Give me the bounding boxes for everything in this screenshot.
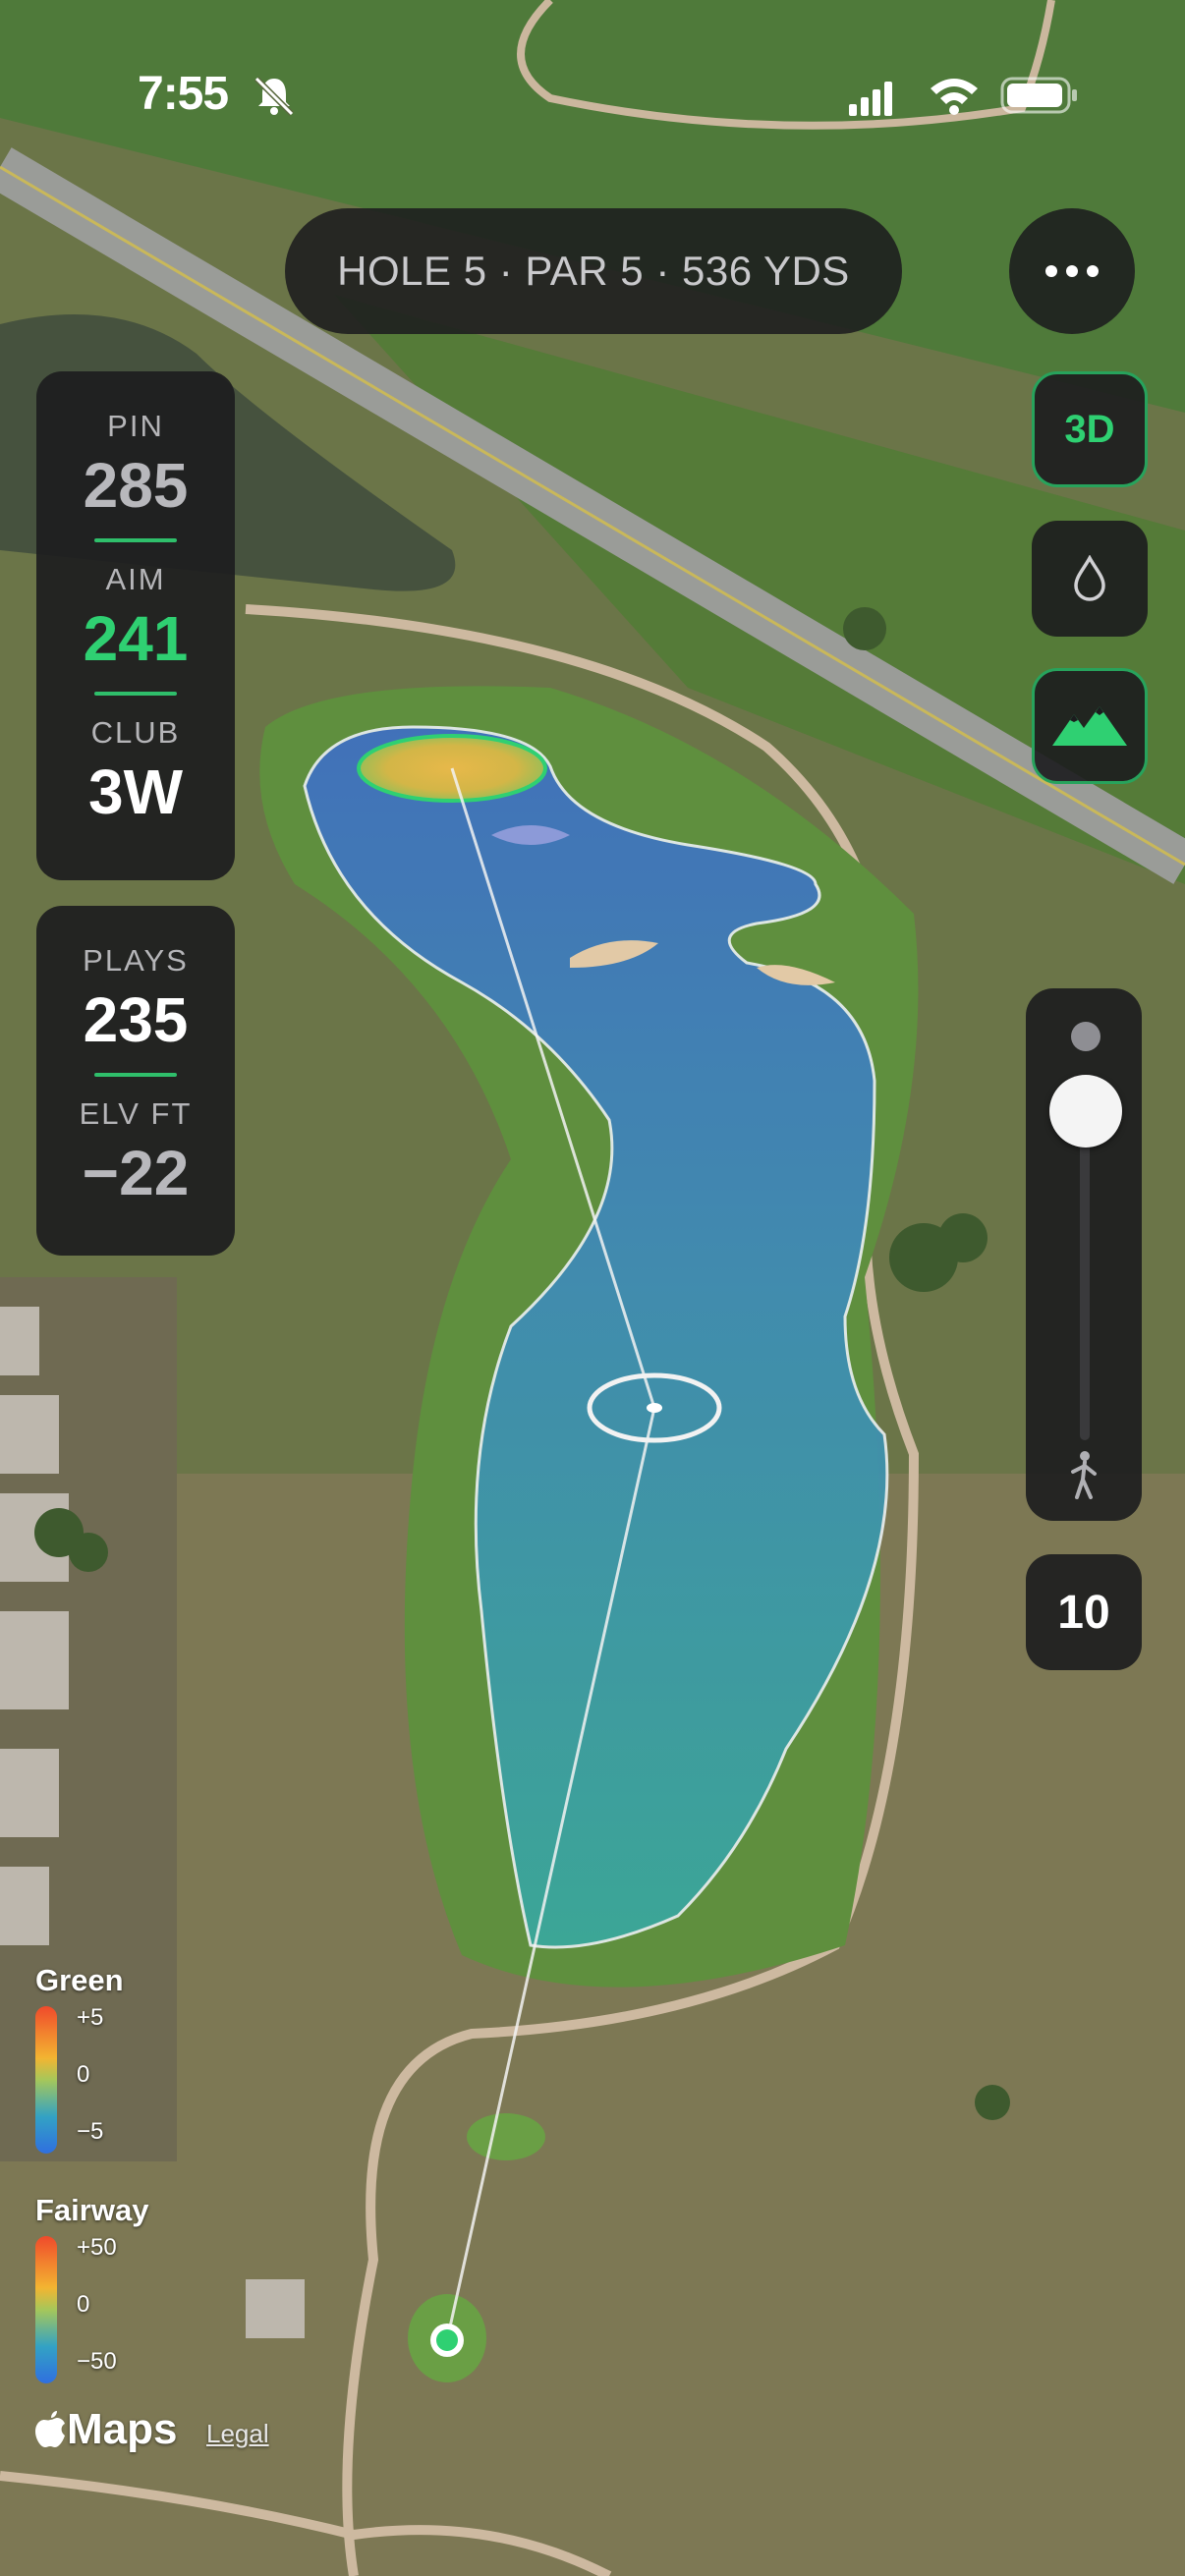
color-scale-bar [35,2006,57,2154]
fairway-slope-legend: Fairway +50 0 −50 [35,2193,232,2419]
maps-brand-text: Maps [67,2405,178,2453]
green-slope-legend: Green +5 0 −5 [35,1963,232,2179]
water-toggle-button[interactable] [1032,521,1148,637]
wifi-icon [931,79,978,115]
zoom-level-value[interactable]: 10 [1026,1554,1142,1670]
legend-min: −50 [77,2348,117,2375]
maps-attribution: Maps [33,2405,177,2454]
zoom-slider[interactable] [1026,988,1142,1521]
distance-stats-panel: PIN 285 AIM 241 CLUB 3W [36,371,235,880]
plays-like-panel: PLAYS 235 ELV FT −22 [36,906,235,1256]
slider-track[interactable] [1080,1126,1090,1440]
cellular-signal-icon [849,82,892,116]
more-options-button[interactable] [1009,208,1135,334]
aim-distance: 241 [83,603,189,674]
golfer-icon [1071,1451,1097,1499]
club-label: CLUB [90,715,181,750]
slider-thumb[interactable] [1049,1075,1122,1148]
mountains-icon [1052,706,1127,746]
elevation-label: ELV FT [79,1096,193,1131]
club-value: 3W [88,756,183,827]
legend-mid: 0 [77,2291,90,2318]
slider-top-dot [1071,1022,1100,1051]
legend-max: +5 [77,2004,104,2031]
clock-time: 7:55 [138,68,229,120]
elevation-value: −22 [82,1138,190,1208]
terrain-toggle-button[interactable] [1032,668,1148,784]
legal-link[interactable]: Legal [206,2419,269,2449]
legend-min: −5 [77,2118,104,2145]
battery-icon [1000,77,1077,114]
color-scale-bar [35,2236,57,2383]
bell-slash-icon [254,76,295,117]
view-3d-button[interactable]: 3D [1032,371,1148,487]
legend-title: Fairway [35,2193,149,2227]
divider [94,538,177,542]
pin-label: PIN [107,409,164,443]
hole-info-pill[interactable]: HOLE 5 · PAR 5 · 536 YDS [285,208,902,334]
apple-logo-icon [35,2411,65,2447]
legend-max: +50 [77,2234,117,2261]
legend-mid: 0 [77,2061,90,2088]
status-bar: 7:55 [0,0,1185,187]
ellipsis-icon [1045,265,1099,277]
water-drop-icon [1074,555,1105,601]
divider [94,1073,177,1077]
legend-title: Green [35,1963,124,1997]
pin-distance: 285 [83,450,189,521]
divider [94,692,177,696]
plays-value: 235 [83,984,189,1055]
plays-label: PLAYS [83,943,189,978]
aim-label: AIM [105,562,166,596]
